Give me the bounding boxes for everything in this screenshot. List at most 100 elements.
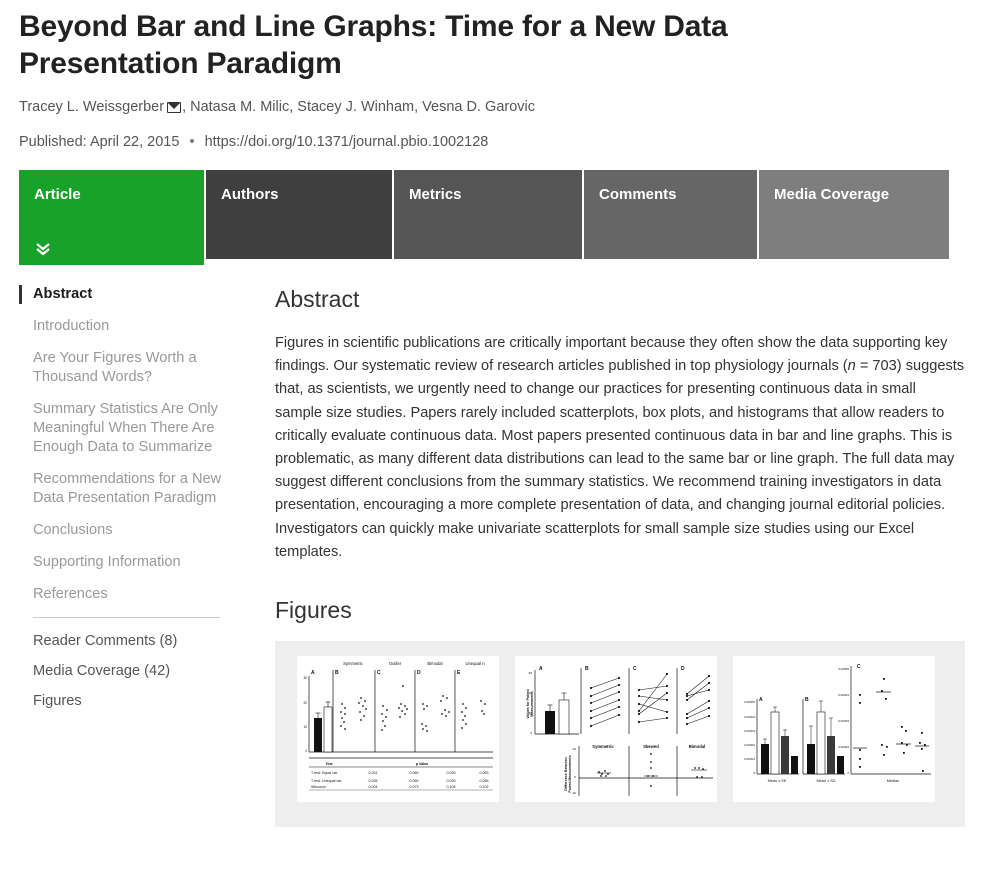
svg-text:0.00005: 0.00005 bbox=[838, 667, 849, 671]
svg-text:C: C bbox=[857, 664, 861, 670]
svg-text:0.050: 0.050 bbox=[410, 779, 419, 783]
svg-text:0.026: 0.026 bbox=[447, 779, 456, 783]
svg-text:D: D bbox=[681, 666, 685, 672]
svg-text:60: 60 bbox=[529, 671, 533, 675]
sidebar-link-label: Media Coverage (42) bbox=[33, 663, 171, 679]
svg-text:10: 10 bbox=[303, 725, 307, 729]
sidebar-item-abstract[interactable]: Abstract bbox=[19, 285, 234, 304]
sidebar-item-label: References bbox=[33, 586, 108, 602]
abstract-italic-n: n bbox=[847, 358, 856, 375]
tab-authors[interactable]: Authors bbox=[206, 170, 394, 259]
svg-text:Symmetric: Symmetric bbox=[592, 744, 614, 749]
svg-text:0.035: 0.035 bbox=[369, 779, 378, 783]
svg-text:0: 0 bbox=[847, 771, 849, 775]
svg-text:Unequal n: Unequal n bbox=[465, 661, 485, 666]
abstract-heading: Abstract bbox=[275, 286, 360, 312]
figures-heading: Figures bbox=[275, 597, 352, 624]
svg-text:0.073: 0.073 bbox=[410, 785, 419, 789]
separator-dot: • bbox=[189, 134, 195, 150]
svg-text:A: A bbox=[539, 666, 543, 672]
svg-text:Bimodal: Bimodal bbox=[689, 744, 706, 749]
sidebar-link-reader-comments[interactable]: Reader Comments (8) bbox=[19, 632, 234, 651]
svg-text:C: C bbox=[377, 670, 381, 676]
author-rest[interactable]: , Natasa M. Milic, Stacey J. Winham, Ves… bbox=[182, 99, 535, 115]
tab-media-coverage-label: Media Coverage bbox=[774, 186, 890, 203]
sidebar-link-label: Figures bbox=[33, 693, 82, 709]
svg-text:0.063: 0.063 bbox=[480, 771, 489, 775]
figure-1-thumbnail[interactable]: Symmetric Outlier Bimodal Unequal n A B … bbox=[297, 656, 499, 803]
svg-text:Skewed: Skewed bbox=[643, 744, 659, 749]
sidebar-item-supporting-information[interactable]: Supporting Information bbox=[19, 553, 234, 572]
svg-text:Paired Measurements: Paired Measurements bbox=[568, 755, 572, 792]
figure-2-thumbnail[interactable]: A B C D 60 40 20 0 Values for Paired Mea… bbox=[515, 656, 717, 803]
svg-text:0: 0 bbox=[574, 775, 576, 779]
sidebar-item-label: Are Your Figures Worth a Thousand Words? bbox=[33, 350, 197, 385]
svg-text:0.00002: 0.00002 bbox=[838, 745, 849, 749]
svg-text:0: 0 bbox=[530, 731, 532, 735]
svg-text:0.102: 0.102 bbox=[480, 785, 489, 789]
sidebar-divider bbox=[33, 617, 220, 618]
svg-text:T-test: Equal var.: T-test: Equal var. bbox=[311, 771, 338, 775]
svg-text:p Value: p Value bbox=[416, 762, 429, 766]
sidebar-item-references[interactable]: References bbox=[19, 585, 234, 604]
main-content: Abstract Figures in scientific publicati… bbox=[275, 285, 965, 828]
sidebar-item-label: Introduction bbox=[33, 318, 110, 334]
svg-text:Bimodal: Bimodal bbox=[427, 661, 442, 666]
abstract-part-1: Figures in scientific publications are c… bbox=[275, 335, 948, 375]
sidebar-item-label: Conclusions bbox=[33, 522, 113, 538]
sidebar-item-recommendations[interactable]: Recommendations for a New Data Presentat… bbox=[19, 470, 234, 508]
page-title: Beyond Bar and Line Graphs: Time for a N… bbox=[19, 10, 728, 80]
abstract-part-2: = 703) suggests that, as scientists, we … bbox=[275, 358, 965, 560]
author-first[interactable]: Tracey L. Weissgerber bbox=[19, 99, 164, 115]
published-date: Published: April 22, 2015 bbox=[19, 134, 180, 150]
svg-text:A: A bbox=[311, 670, 315, 676]
sidebar-item-summary-statistics[interactable]: Summary Statistics Are Only Meaningful W… bbox=[19, 400, 234, 457]
sidebar-item-conclusions[interactable]: Conclusions bbox=[19, 521, 234, 540]
tab-authors-label: Authors bbox=[221, 186, 279, 203]
tab-metrics-label: Metrics bbox=[409, 186, 462, 203]
tab-article[interactable]: Article bbox=[19, 170, 206, 265]
envelope-icon[interactable] bbox=[167, 102, 182, 113]
svg-text:-20: -20 bbox=[572, 791, 577, 795]
svg-text:20: 20 bbox=[303, 701, 307, 705]
sidebar-toc: Abstract Introduction Are Your Figures W… bbox=[19, 285, 234, 722]
article-header: Beyond Bar and Line Graphs: Time for a N… bbox=[0, 0, 991, 150]
svg-text:0.060: 0.060 bbox=[410, 771, 419, 775]
svg-text:0.00002: 0.00002 bbox=[744, 743, 755, 747]
svg-text:Mean ± SD: Mean ± SD bbox=[817, 779, 836, 783]
svg-text:Symmetric: Symmetric bbox=[343, 661, 363, 666]
sidebar-link-media-coverage[interactable]: Media Coverage (42) bbox=[19, 662, 234, 681]
svg-text:0.00003: 0.00003 bbox=[838, 719, 849, 723]
svg-text:20: 20 bbox=[573, 747, 577, 751]
svg-text:Median: Median bbox=[887, 779, 899, 783]
svg-text:0.108: 0.108 bbox=[447, 785, 456, 789]
svg-text:0.00003: 0.00003 bbox=[744, 729, 755, 733]
tab-metrics[interactable]: Metrics bbox=[394, 170, 584, 259]
figure-3-thumbnail[interactable]: A B C 0.00005 0.00004 0.00003 0.00002 0.… bbox=[733, 656, 935, 803]
article-page: Beyond Bar and Line Graphs: Time for a N… bbox=[0, 0, 991, 874]
tab-media-coverage[interactable]: Media Coverage bbox=[759, 170, 949, 259]
svg-text:0.055: 0.055 bbox=[480, 779, 489, 783]
svg-text:0.004: 0.004 bbox=[369, 785, 378, 789]
svg-text:0.031: 0.031 bbox=[369, 771, 378, 775]
chevron-double-down-icon[interactable] bbox=[35, 241, 51, 257]
sidebar-item-label: Recommendations for a New Data Presentat… bbox=[33, 471, 222, 506]
sidebar-item-introduction[interactable]: Introduction bbox=[19, 317, 234, 336]
svg-text:0: 0 bbox=[305, 749, 307, 753]
figures-strip: Symmetric Outlier Bimodal Unequal n A B … bbox=[275, 641, 965, 828]
sidebar-item-label: Summary Statistics Are Only Meaningful W… bbox=[33, 401, 218, 455]
publication-info: Published: April 22, 2015 • https://doi.… bbox=[19, 134, 972, 150]
svg-text:D: D bbox=[417, 670, 421, 676]
tab-comments[interactable]: Comments bbox=[584, 170, 759, 259]
svg-text:0.026: 0.026 bbox=[447, 771, 456, 775]
svg-text:T-test: Unequal var.: T-test: Unequal var. bbox=[311, 779, 342, 783]
sidebar-item-figures-worth[interactable]: Are Your Figures Worth a Thousand Words? bbox=[19, 349, 234, 387]
tab-bar: Article Authors Metrics Comments Media C… bbox=[19, 170, 949, 265]
svg-text:0.00001: 0.00001 bbox=[744, 757, 755, 761]
abstract-text: Figures in scientific publications are c… bbox=[275, 332, 965, 564]
svg-text:0.00004: 0.00004 bbox=[744, 715, 755, 719]
svg-text:Measurements: Measurements bbox=[530, 691, 534, 716]
doi-link[interactable]: https://doi.org/10.1371/journal.pbio.100… bbox=[205, 134, 489, 150]
svg-text:E: E bbox=[457, 670, 461, 676]
sidebar-link-figures[interactable]: Figures bbox=[19, 692, 234, 711]
